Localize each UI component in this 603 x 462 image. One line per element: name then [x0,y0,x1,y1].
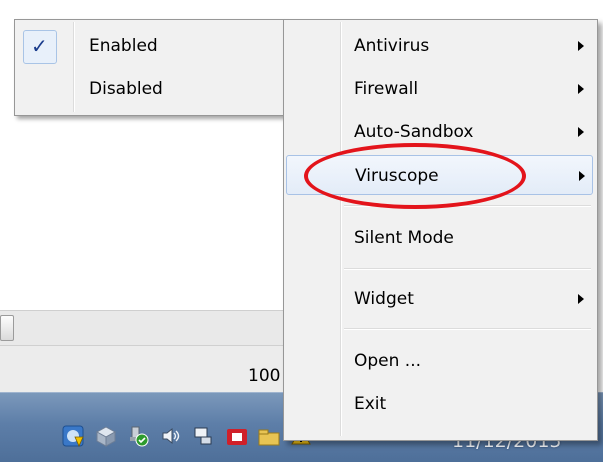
status-bar: 100 [0,345,300,393]
menu-item-label: Antivirus [354,36,430,56]
menu-item-exit[interactable]: Exit [286,384,593,424]
submenu-arrow-icon [578,84,584,94]
submenu-arrow-icon [579,171,585,181]
network-icon[interactable] [192,425,214,447]
scrollbar-thumb[interactable] [0,315,14,341]
red-app-icon[interactable] [226,425,248,447]
security-shield-icon[interactable] [62,425,84,447]
zoom-readout: 100 [248,366,281,386]
submenu-item-enabled[interactable]: ✓ Enabled [17,26,282,66]
annotation-highlight-ellipse [304,143,526,209]
submenu-arrow-icon [578,41,584,51]
menu-item-label: Auto-Sandbox [354,122,474,142]
submenu-arrow-icon [578,294,584,304]
submenu-item-disabled[interactable]: Disabled [17,69,282,109]
menu-item-label: Open ... [354,351,422,371]
submenu-arrow-icon [578,127,584,137]
menu-item-firewall[interactable]: Firewall [286,69,593,109]
menu-separator [344,268,591,270]
checkmark-box: ✓ [23,30,57,64]
submenu-item-label: Enabled [89,36,158,56]
volume-icon[interactable] [160,425,182,447]
usb-device-icon[interactable] [127,425,149,447]
menu-item-open[interactable]: Open ... [286,341,593,381]
submenu-item-label: Disabled [89,79,163,99]
viruscope-submenu: ✓ Enabled Disabled [14,19,285,116]
menu-item-label: Widget [354,289,414,309]
virtual-box-icon[interactable] [95,425,117,447]
menu-item-silent-mode[interactable]: Silent Mode [286,218,593,258]
horizontal-scrollbar[interactable] [0,310,300,346]
menu-item-label: Firewall [354,79,419,99]
menu-item-label: Silent Mode [354,228,454,248]
menu-item-widget[interactable]: Widget [286,279,593,319]
folder-icon[interactable] [258,425,280,447]
tray-context-menu: Antivirus Firewall Auto-Sandbox Viruscop… [283,19,598,441]
checkmark-icon: ✓ [31,34,48,58]
menu-separator [344,328,591,330]
menu-item-antivirus[interactable]: Antivirus [286,26,593,66]
menu-item-label: Exit [354,394,387,414]
